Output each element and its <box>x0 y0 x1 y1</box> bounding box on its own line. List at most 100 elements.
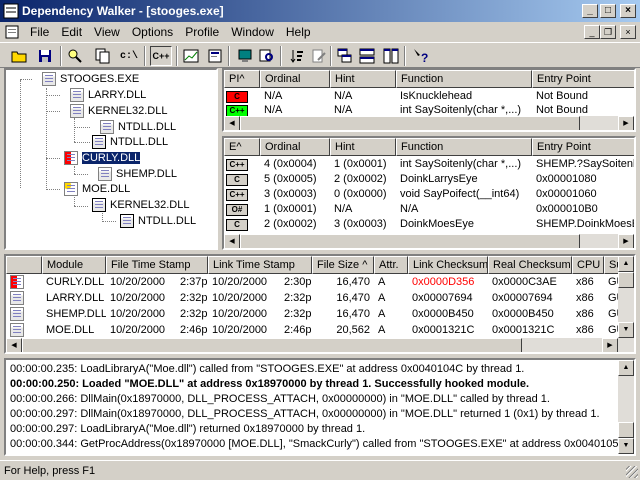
mdi-minimize-button[interactable]: _ <box>584 25 600 39</box>
column-header[interactable]: Link Checksum <box>408 256 488 274</box>
menu-profile[interactable]: Profile <box>179 25 225 39</box>
log-panel[interactable]: 00:00:00.235: LoadLibraryA("Moe.dll") ca… <box>4 358 636 456</box>
maximize-button[interactable]: □ <box>600 4 616 18</box>
system-info-icon[interactable] <box>234 46 256 66</box>
menu-options[interactable]: Options <box>126 25 179 39</box>
sort-icon[interactable] <box>286 46 308 66</box>
scroll-down-button[interactable]: ▼ <box>618 322 634 338</box>
column-header[interactable] <box>6 256 42 274</box>
undecorate-cpp-button[interactable]: C++ <box>150 46 172 66</box>
table-row[interactable]: C++ 4 (0x0004) 1 (0x0001) int SaySoitenly(c… <box>224 156 634 172</box>
column-header[interactable]: Hint <box>330 70 396 88</box>
tree-item[interactable]: KERNEL32.DLL <box>70 103 168 119</box>
column-header[interactable]: Module <box>42 256 106 274</box>
module-icon <box>10 291 24 306</box>
scroll-right-button[interactable]: ▶ <box>618 234 634 248</box>
edit-icon[interactable] <box>308 46 330 66</box>
table-cell: int SaySoitenly(char *,...) <box>400 158 522 170</box>
help-icon[interactable]: ? <box>410 46 432 66</box>
column-header[interactable]: PI^ <box>224 70 260 88</box>
column-header[interactable]: Link Time Stamp <box>208 256 312 274</box>
mdi-close-button[interactable]: × <box>620 25 636 39</box>
column-header[interactable]: Function <box>396 138 532 156</box>
properties-icon[interactable] <box>204 46 226 66</box>
scroll-up-button[interactable]: ▲ <box>618 360 634 376</box>
tree-item[interactable]: STOOGES.EXE <box>42 71 139 87</box>
scroll-right-button[interactable]: ▶ <box>602 338 618 352</box>
imports-panel[interactable]: PI^ Ordinal Hint Function Entry Point CN… <box>222 68 636 132</box>
tree-item[interactable]: KERNEL32.DLL <box>92 197 190 213</box>
exports-hscrollbar[interactable]: ◀ ▶ <box>224 234 634 248</box>
module-list-panel[interactable]: Module File Time Stamp Link Time Stamp F… <box>4 254 636 354</box>
mdi-restore-button[interactable]: ❐ <box>600 25 616 39</box>
scroll-down-button[interactable]: ▼ <box>618 438 634 454</box>
menu-file[interactable]: File <box>24 25 55 39</box>
scroll-thumb[interactable] <box>22 338 522 352</box>
tree-item[interactable]: SHEMP.DLL <box>98 166 177 182</box>
exports-panel[interactable]: E^ Ordinal Hint Function Entry Point C++… <box>222 136 636 250</box>
tile-horizontal-icon[interactable] <box>356 46 378 66</box>
copy-icon[interactable] <box>92 46 114 66</box>
table-cell: A <box>378 308 386 320</box>
title-bar[interactable]: Dependency Walker - [stooges.exe] <box>0 0 640 22</box>
column-header[interactable]: Ordinal <box>260 70 330 88</box>
table-row[interactable]: C 2 (0x0002) 3 (0x0003) DoinkMoesEye SHEMP.D… <box>224 216 634 232</box>
tree-item[interactable]: NTDLL.DLL <box>120 213 196 229</box>
table-row[interactable]: C 5 (0x0005) 2 (0x0002) DoinkLarrysEye 0x000… <box>224 171 634 187</box>
scroll-right-button[interactable]: ▶ <box>618 116 634 130</box>
scroll-thumb[interactable] <box>240 116 580 130</box>
open-icon[interactable] <box>8 46 30 66</box>
scroll-thumb[interactable] <box>618 422 634 438</box>
table-row[interactable]: LARRY.DLL 10/20/2000 2:32p 10/20/2000 2:32p 1… <box>6 290 634 306</box>
tree-item[interactable]: NTDLL.DLL <box>100 119 176 135</box>
menu-edit[interactable]: Edit <box>55 25 88 39</box>
imports-hscrollbar[interactable]: ◀ ▶ <box>224 116 634 130</box>
table-row[interactable]: O# 1 (0x0001) N/A N/A 0x000010B0 <box>224 201 634 217</box>
column-header[interactable]: File Time Stamp <box>106 256 208 274</box>
column-header[interactable]: Entry Point <box>532 70 634 88</box>
menu-help[interactable]: Help <box>280 25 317 39</box>
log-line: 00:00:00.344: GetProcAddress(0x18970000 … <box>10 438 636 450</box>
cascade-icon[interactable] <box>334 46 356 66</box>
scroll-left-button[interactable]: ◀ <box>224 234 240 248</box>
chart-icon[interactable] <box>180 46 202 66</box>
document-icon[interactable] <box>4 24 20 40</box>
tile-vertical-icon[interactable] <box>380 46 402 66</box>
full-paths-button[interactable]: c:\ <box>118 46 140 66</box>
scroll-thumb[interactable] <box>618 272 634 288</box>
table-row[interactable]: CURLY.DLL 10/20/2000 2:37p 10/20/2000 2:30p 1… <box>6 274 634 290</box>
column-header[interactable]: Hint <box>330 138 396 156</box>
scroll-left-button[interactable]: ◀ <box>6 338 22 352</box>
column-header[interactable]: Ordinal <box>260 138 330 156</box>
tree-item[interactable]: LARRY.DLL <box>70 87 146 103</box>
save-icon[interactable] <box>34 46 56 66</box>
module-list-header: Module File Time Stamp Link Time Stamp F… <box>6 256 634 274</box>
tree-item[interactable]: CURLY.DLL <box>64 150 142 166</box>
menu-window[interactable]: Window <box>225 25 280 39</box>
table-row[interactable]: MOE.DLL 10/20/2000 2:46p 10/20/2000 2:46p 20,… <box>6 322 634 338</box>
module-tree-panel[interactable]: STOOGES.EXE LARRY.DLL KERNEL32.DLL NTDLL… <box>4 68 218 250</box>
column-header[interactable]: Attr. <box>374 256 408 274</box>
scroll-left-button[interactable]: ◀ <box>224 116 240 130</box>
table-row[interactable]: SHEMP.DLL 10/20/2000 2:32p 10/20/2000 2:32p 1… <box>6 306 634 322</box>
minimize-button[interactable]: _ <box>582 4 598 18</box>
find-icon[interactable] <box>64 46 86 66</box>
table-row[interactable]: C++ 3 (0x0003) 0 (0x0000) void SayPoifect(_… <box>224 186 634 202</box>
column-header[interactable]: E^ <box>224 138 260 156</box>
menu-view[interactable]: View <box>88 25 126 39</box>
close-button[interactable]: × <box>620 4 636 18</box>
scroll-thumb[interactable] <box>240 234 580 248</box>
column-header[interactable]: CPU <box>572 256 604 274</box>
column-header[interactable]: Real Checksum <box>488 256 572 274</box>
column-header[interactable]: Entry Point <box>532 138 634 156</box>
tree-item[interactable]: NTDLL.DLL <box>92 134 168 150</box>
column-header[interactable]: File Size ^ <box>312 256 374 274</box>
module-find-icon[interactable] <box>256 46 278 66</box>
resize-grip[interactable] <box>626 466 638 478</box>
tree-item[interactable]: MOE.DLL <box>64 181 130 197</box>
log-vscrollbar[interactable]: ▲ ▼ <box>618 360 634 454</box>
modules-vscrollbar[interactable]: ▲ ▼ <box>618 256 634 352</box>
scroll-up-button[interactable]: ▲ <box>618 256 634 272</box>
column-header[interactable]: Function <box>396 70 532 88</box>
modules-hscrollbar[interactable]: ◀ ▶ <box>6 338 618 352</box>
